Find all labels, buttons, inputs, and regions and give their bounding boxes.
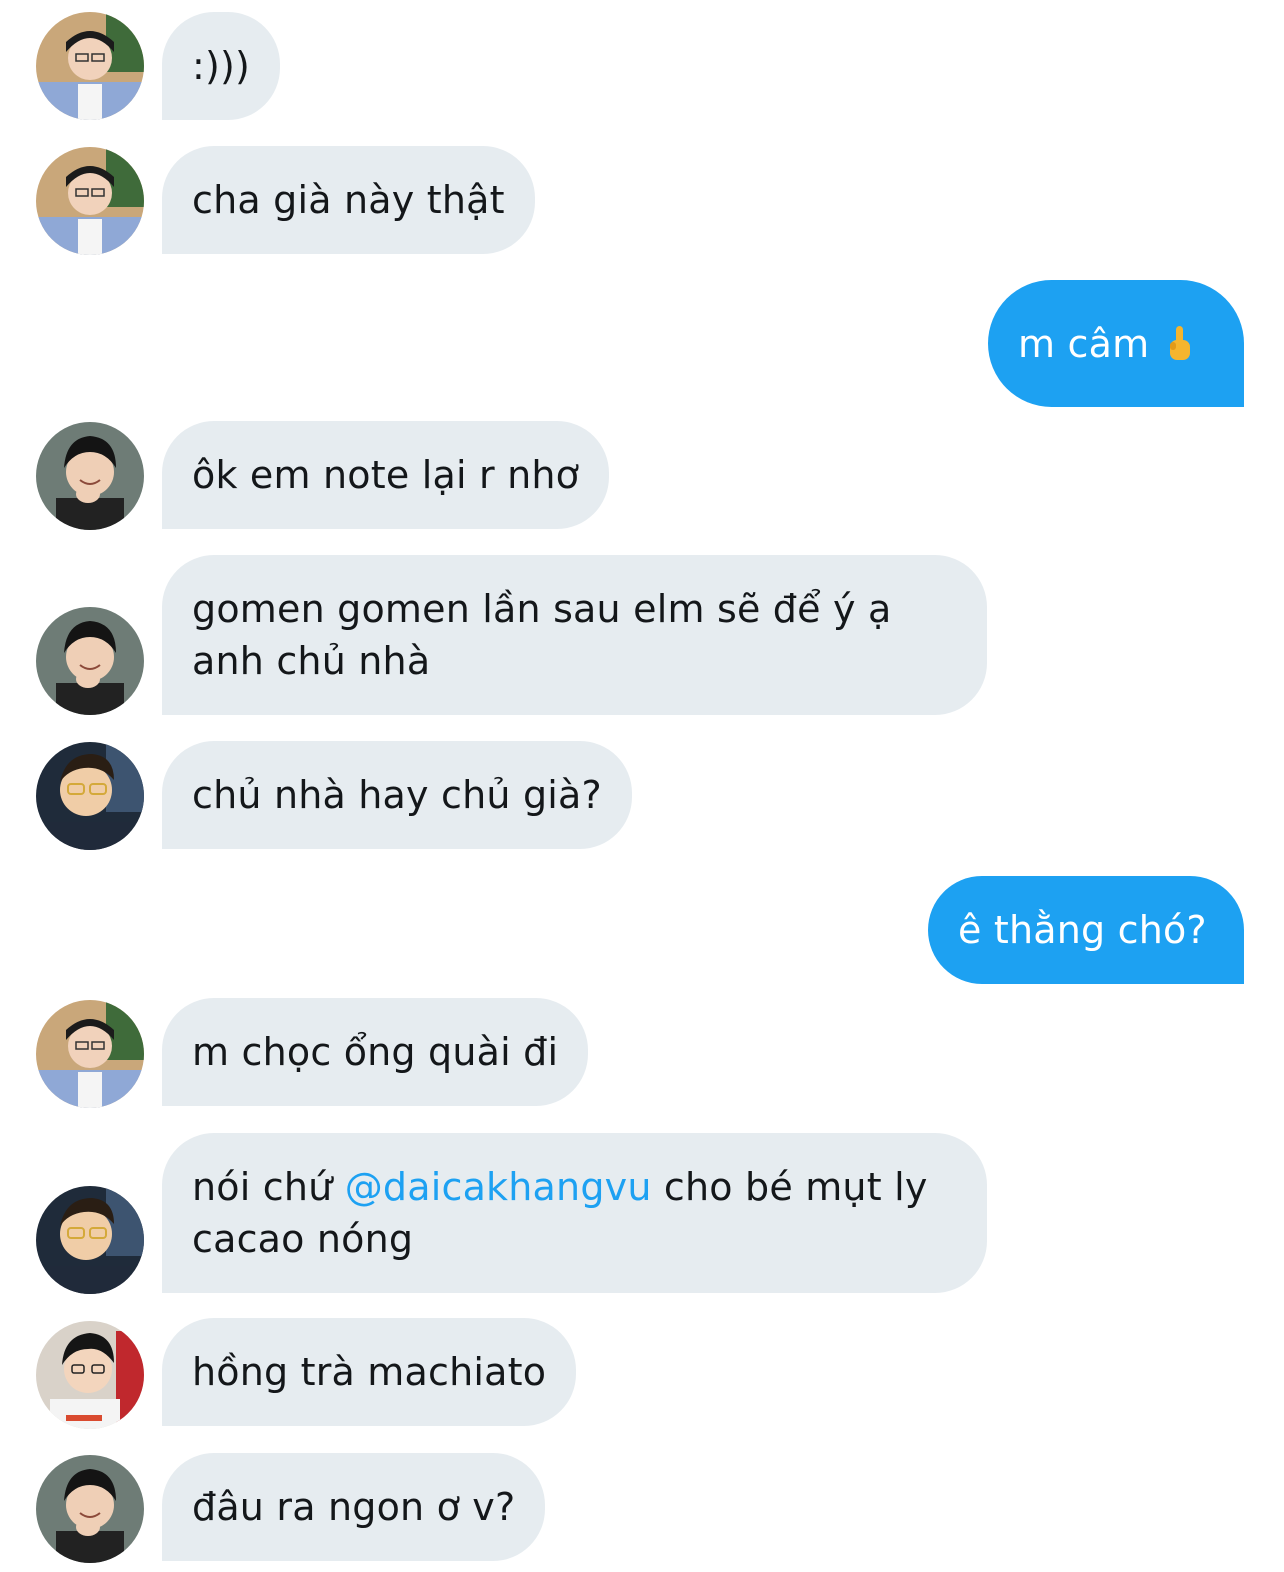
message-bubble-incoming[interactable]: hồng trà machiato [162,1318,577,1426]
message-bubble-incoming[interactable]: ôk em note lại r nhơ [162,421,610,529]
message-text: hồng trà machiato [192,1350,547,1394]
message-bubble-incoming[interactable]: nói chứ @daicakhangvu cho bé mụt ly caca… [162,1133,987,1293]
message-bubble-incoming[interactable]: cha già này thật [162,146,535,254]
message-text: nói chứ @daicakhangvu cho bé mụt ly caca… [192,1161,957,1265]
message-text-before: nói chứ [192,1165,345,1209]
message-bubble-incoming[interactable]: gomen gomen lần sau elm sẽ để ý ạ anh ch… [162,555,987,715]
message-bubble-incoming[interactable]: chủ nhà hay chủ già? [162,741,632,849]
message-text: :))) [192,44,251,88]
avatar-user-a[interactable] [36,1000,144,1108]
message-text: m câm [1018,321,1150,366]
avatar-user-c[interactable] [36,742,144,850]
avatar-user-b[interactable] [36,422,144,530]
avatar-user-d[interactable] [36,1321,144,1429]
message-text: cha già này thật [192,178,505,222]
avatar-user-c[interactable] [36,1186,144,1294]
message-bubble-incoming[interactable]: đâu ra ngon ơ v? [162,1453,546,1561]
message-text: chủ nhà hay chủ già? [192,773,602,817]
message-bubble-outgoing[interactable]: m câm [988,280,1244,407]
message-bubble-incoming[interactable]: m chọc ổng quài đi [162,998,589,1106]
avatar-user-a[interactable] [36,147,144,255]
message-text: m chọc ổng quài đi [192,1030,559,1074]
message-bubble-incoming[interactable]: :))) [162,12,281,120]
mention-link[interactable]: @daicakhangvu [345,1165,652,1209]
avatar-user-b[interactable] [36,1455,144,1563]
message-text: ôk em note lại r nhơ [192,453,580,497]
message-text: gomen gomen lần sau elm sẽ để ý ạ anh ch… [192,587,892,683]
message-bubble-outgoing[interactable]: ê thằng chó? [928,876,1244,984]
avatar-user-b[interactable] [36,607,144,715]
avatar-user-a[interactable] [36,12,144,120]
message-text: đâu ra ngon ơ v? [192,1485,516,1529]
middle-finger-emoji-icon [1165,324,1195,364]
message-text: ê thằng chó? [958,908,1207,952]
